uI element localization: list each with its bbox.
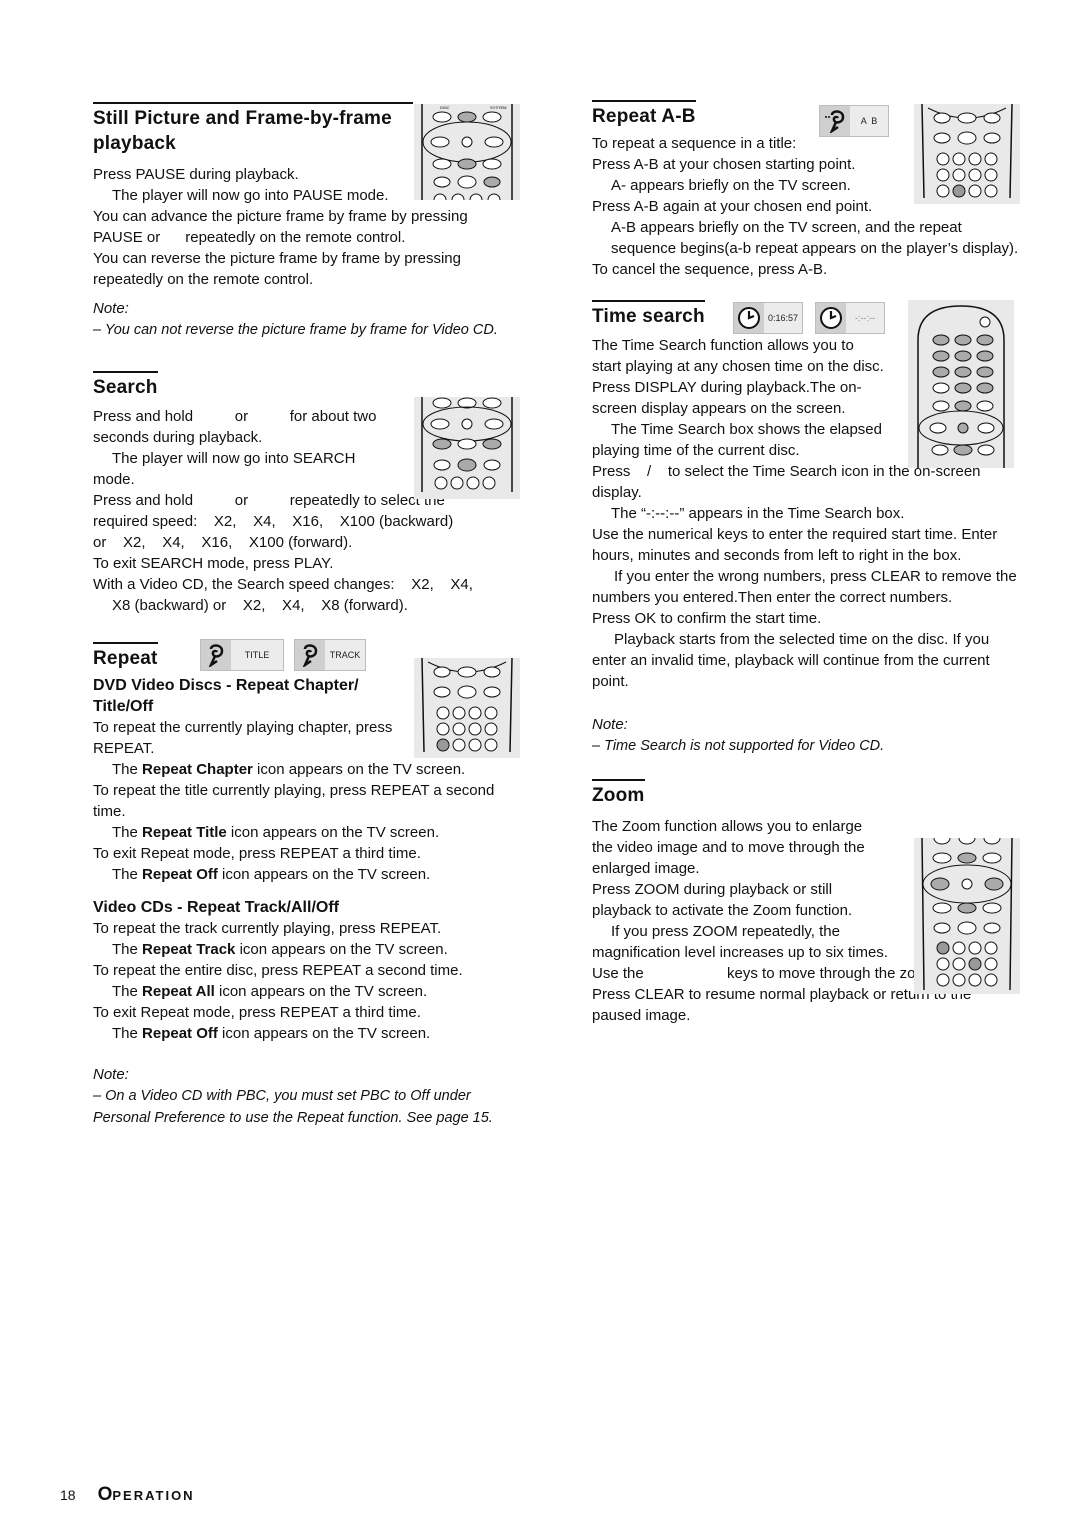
osd-repeat-ab: A B [819,105,889,137]
zoom-p1: The Zoom function allows you to enlarge [592,818,863,835]
osd-repeat-track: TRACK [294,639,366,671]
repeat-v6: The Repeat Off icon appears on the TV sc… [112,1025,431,1042]
remote-illustration-repeat-ab [914,104,1020,204]
remote-nav-graphic: DISC SYSTEM [421,104,513,200]
remote-illustration-time-search [908,300,1014,468]
ab-p6: To cancel the sequence, press A-B. [592,261,828,278]
search-p9: With a Video CD, the Search speed change… [93,576,473,593]
search-p8: To exit SEARCH mode, press PLAY. [93,555,334,572]
osd-label: TRACK [325,640,365,670]
svg-text:SYSTEM: SYSTEM [490,105,506,110]
repeat-d2: The Repeat Chapter icon appears on the T… [112,761,466,778]
page-footer: 18 O PERATION [60,1484,195,1506]
heading-zoom: Zoom [592,779,645,808]
page-number: 18 [60,1487,76,1503]
clock-icon [734,303,764,333]
heading-rule [93,102,413,104]
search-p7: or X2, X4, X16, X100 (forward). [93,534,353,551]
repeat-v5: To exit Repeat mode, press REPEAT a thir… [93,1004,421,1021]
remote-buttons-graphic [421,658,513,753]
repeat-ab-icon [820,106,850,136]
repeat-v1: To repeat the track currently playing, p… [93,920,442,937]
repeat-icon [295,640,325,670]
note-text: – Time Search is not supported for Video… [592,738,885,754]
svg-text:DISC: DISC [440,105,450,110]
osd-time-blank: -:--:-- [815,302,885,334]
still-p6: repeatedly on the remote control. [93,271,314,288]
repeat-d1: To repeat the currently playing chapter,… [93,719,393,757]
repeat-v2: The Repeat Track icon appears on the TV … [112,941,448,958]
ts-p11: Press OK to confirm the start time. [592,610,822,627]
search-p10: X8 (backward) or X2, X4, X8 (forward). [112,597,408,614]
repeat-v3: To repeat the entire disc, press REPEAT … [93,962,463,979]
osd-time-value: -:--:-- [846,303,884,333]
still-p4: PAUSE or repeatedly on the remote contro… [93,229,406,246]
heading-still-picture: Still Picture and Frame-by-frame playbac… [93,100,413,156]
remote-illustration-repeat [414,658,520,758]
remote-illustration-still: DISC SYSTEM [414,104,520,200]
heading-line-2: playback [93,133,176,154]
osd-label: A B [850,106,888,136]
note-text: – On a Video CD with PBC, you must set P… [93,1088,493,1126]
note-label: Note: [93,300,129,317]
remote-illustration-zoom [914,838,1020,994]
repeat-d4: The Repeat Title icon appears on the TV … [112,824,440,841]
search-p6: required speed: X2, X4, X16, X100 (backw… [93,513,454,530]
osd-time-value: 0:16:57 [764,303,802,333]
heading-vcd-repeat: Video CDs - Repeat Track/All/Off [93,899,339,916]
repeat-icon [201,640,231,670]
note-label: Note: [592,716,628,733]
clock-icon [816,303,846,333]
ts-p10: If you enter the wrong numbers, press CL… [592,568,1017,606]
repeat-v4: The Repeat All icon appears on the TV sc… [112,983,428,1000]
remote-buttons-graphic [921,104,1013,199]
heading-time-search: Time search [592,300,705,329]
ab-p5: A-B appears briefly on the TV screen, an… [611,219,1019,257]
remote-illustration-search [414,397,520,499]
repeat-d6: The Repeat Off icon appears on the TV sc… [112,866,431,883]
heading-line-1: Still Picture and Frame-by-frame [93,108,392,129]
osd-time-elapsed: 0:16:57 [733,302,803,334]
osd-repeat-title: TITLE [200,639,284,671]
ts-p8: The “-:--:--” appears in the Time Search… [611,505,905,522]
heading-repeat: Repeat [93,642,158,671]
note-text: – You can not reverse the picture frame … [93,322,498,338]
remote-keypad-graphic [917,305,1005,468]
heading-search: Search [93,371,158,400]
repeat-d5: To exit Repeat mode, press REPEAT a thir… [93,845,421,862]
remote-nav-graphic [921,838,1013,991]
section-name-initial: O [97,1484,113,1505]
note-label: Note: [93,1066,129,1083]
heading-repeat-ab: Repeat A-B [592,100,696,129]
remote-nav-graphic [421,397,513,492]
heading-dvd-repeat: DVD Video Discs - Repeat Chapter/ Title/… [93,677,359,715]
repeat-d3: To repeat the title currently playing, p… [93,782,495,820]
left-column: Still Picture and Frame-by-frame playbac… [93,100,525,1129]
osd-label: TITLE [231,640,283,670]
section-name: PERATION [112,1488,195,1503]
ts-p9: Use the numerical keys to enter the requ… [592,526,998,564]
still-p3: You can advance the picture frame by fra… [93,208,468,225]
ts-p12: Playback starts from the selected time o… [592,631,990,690]
still-p5: You can reverse the picture frame by fra… [93,250,461,267]
